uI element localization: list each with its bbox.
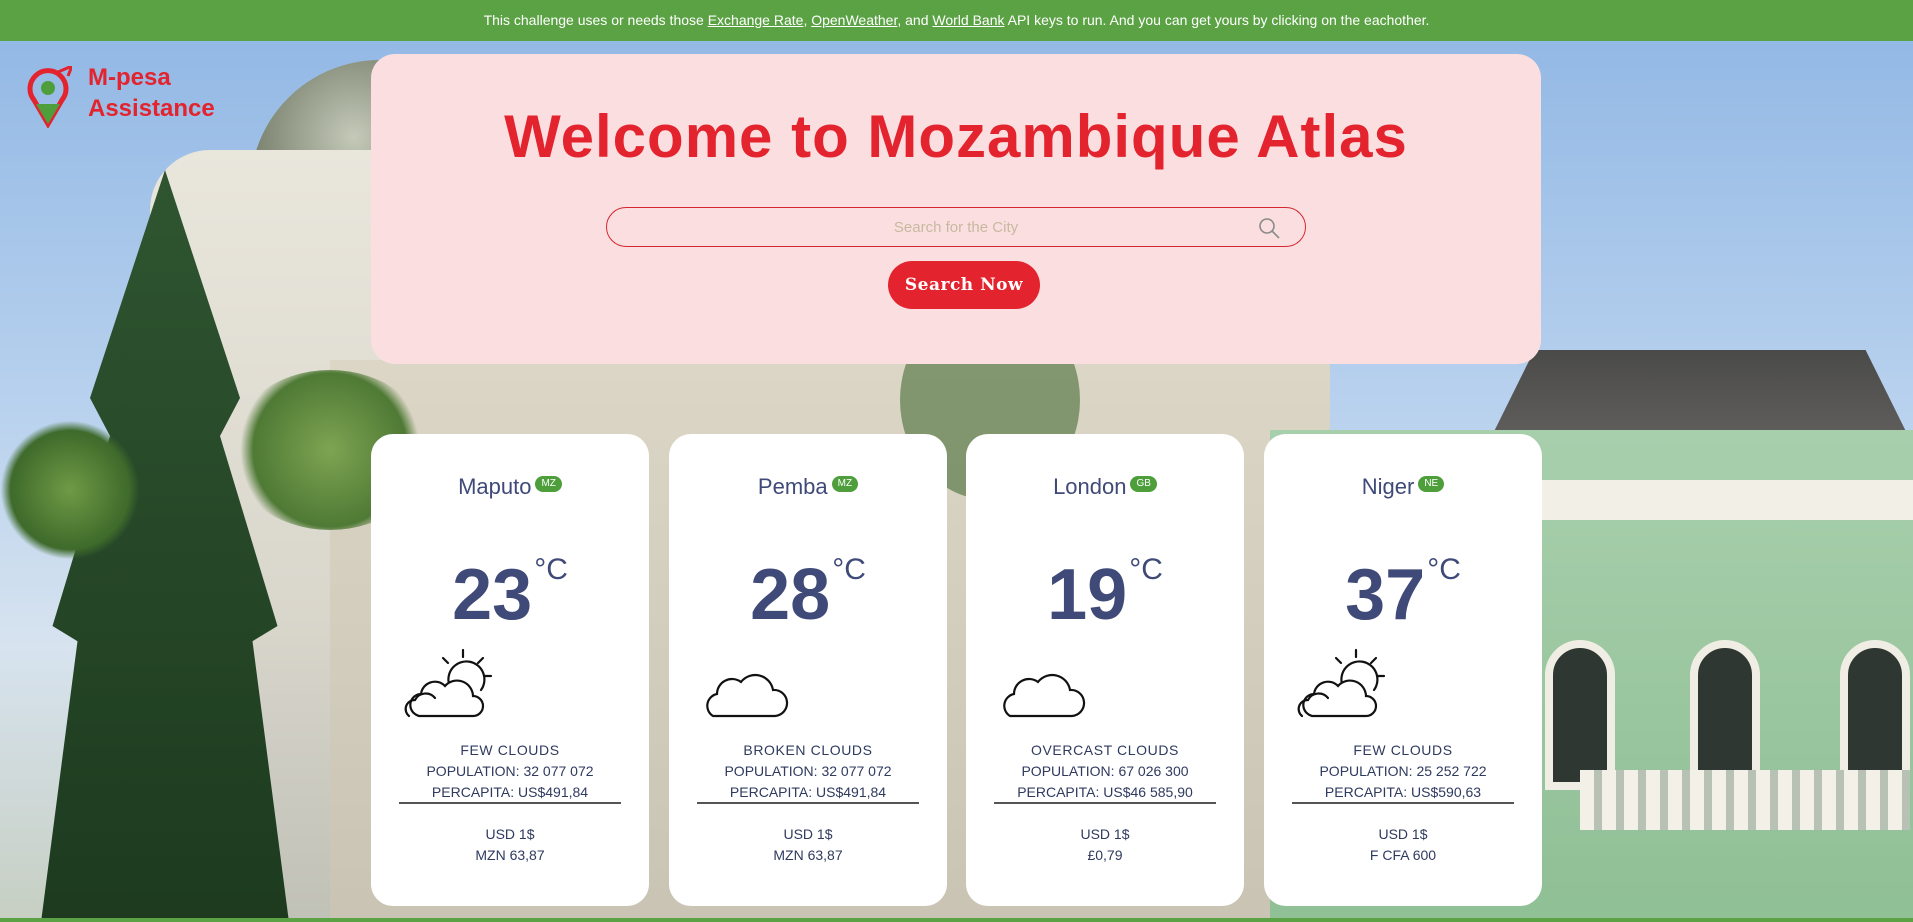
fx-base: USD 1$ [1080,826,1130,842]
percapita: PERCAPITA: US$491,84 [431,784,589,800]
exchange-rate: USD 1$ F CFA 600 [1264,824,1542,866]
sun-behind-clouds-icon [1297,648,1386,718]
logo-text: M-pesa Assistance [88,62,215,124]
temperature-unit: °C [534,553,568,586]
city-name: Niger [1361,474,1415,499]
logo[interactable]: M-pesa Assistance [24,58,244,128]
temperature: 19°C [966,530,1244,635]
temperature: 37°C [1264,530,1542,635]
temperature: 28°C [669,530,947,635]
bottom-strip [0,918,1913,922]
card-divider [1292,802,1514,804]
temperature: 23°C [371,530,649,635]
city-heading: Pemba MZ [669,474,947,500]
notice-suffix: API keys to run. And you can get yours b… [1004,12,1430,28]
fx-base: USD 1$ [1378,826,1428,842]
card-divider [994,802,1216,804]
fx-base: USD 1$ [783,826,833,842]
location-pin-icon [27,66,72,128]
sun-behind-clouds-icon [404,648,493,718]
hero-panel: Welcome to Mozambique Atlas Search Now [371,54,1541,364]
exchange-rate-link[interactable]: Exchange Rate [708,12,804,28]
population: POPULATION: 25 252 722 [1319,763,1487,779]
background-window [1840,640,1910,790]
percapita: PERCAPITA: US$46 585,90 [1017,784,1193,800]
page-title: Welcome to Mozambique Atlas [504,103,1408,170]
fx-value: MZN 63,87 [773,847,843,863]
background-window [1545,640,1615,790]
city-heading: London GB [966,474,1244,500]
city-heading: Maputo MZ [371,474,649,500]
world-bank-link[interactable]: World Bank [932,12,1004,28]
population: POPULATION: 32 077 072 [724,763,892,779]
country-badge: GB [1130,476,1157,492]
temperature-unit: °C [832,553,866,586]
temperature-unit: °C [1129,553,1163,586]
percapita: PERCAPITA: US$491,84 [729,784,887,800]
card-divider [697,802,919,804]
country-badge: MZ [535,476,562,492]
logo-line-1: M-pesa [88,64,171,91]
card-info: few clouds POPULATION: 32 077 072 PERCAP… [371,740,649,803]
exchange-rate: USD 1$ £0,79 [966,824,1244,866]
api-notice-bar: This challenge uses or needs those Excha… [0,0,1913,41]
city-heading: Niger NE [1264,474,1542,500]
search-input[interactable] [607,208,1305,246]
openweather-link[interactable]: OpenWeather [811,12,897,28]
exchange-rate: USD 1$ MZN 63,87 [371,824,649,866]
background-balustrade [1580,770,1910,830]
country-badge: NE [1418,476,1445,492]
weather-card[interactable]: London GB 19°C overcast clouds POPULATION… [966,434,1244,906]
fx-value: MZN 63,87 [475,847,545,863]
cloud-icon [706,673,789,718]
card-info: overcast clouds POPULATION: 67 026 300 P… [966,740,1244,803]
cloud-icon [1003,673,1086,718]
card-info: broken clouds POPULATION: 32 077 072 PER… [669,740,947,803]
population: POPULATION: 67 026 300 [1021,763,1189,779]
country-badge: MZ [831,476,859,492]
city-name: Maputo [458,474,532,499]
background-window [1690,640,1760,790]
search-now-button[interactable]: Search Now [888,261,1040,309]
temperature-value: 37 [1345,555,1426,635]
population: POPULATION: 32 077 072 [426,763,594,779]
exchange-rate: USD 1$ MZN 63,87 [669,824,947,866]
background-palm [0,420,140,560]
weather-card[interactable]: Maputo MZ 23°C few clouds POPULATION: 32 … [371,434,649,906]
search-box [606,207,1306,247]
weather-card[interactable]: Pemba MZ 28°C broken clouds POPULATION: 3… [669,434,947,906]
weather-condition: few clouds [460,742,560,758]
city-name: London [1053,474,1127,499]
weather-condition: overcast clouds [1031,742,1179,758]
notice-prefix: This challenge uses or needs those [483,12,708,28]
weather-condition: few clouds [1353,742,1453,758]
fx-base: USD 1$ [485,826,535,842]
temperature-unit: °C [1427,553,1461,586]
weather-card[interactable]: Niger NE 37°C few clouds POPULATION: 25 2… [1264,434,1542,906]
search-icon[interactable] [1257,216,1281,240]
temperature-value: 19 [1047,555,1128,635]
notice-sep: , and [897,12,933,28]
logo-line-2: Assistance [88,95,215,122]
card-info: few clouds POPULATION: 25 252 722 PERCAP… [1264,740,1542,803]
percapita: PERCAPITA: US$590,63 [1324,784,1482,800]
card-divider [399,802,621,804]
city-name: Pemba [757,474,828,499]
temperature-value: 23 [452,555,533,635]
weather-condition: broken clouds [743,742,873,758]
fx-value: F CFA 600 [1369,847,1437,863]
fx-value: £0,79 [1087,847,1123,863]
temperature-value: 28 [750,555,831,635]
